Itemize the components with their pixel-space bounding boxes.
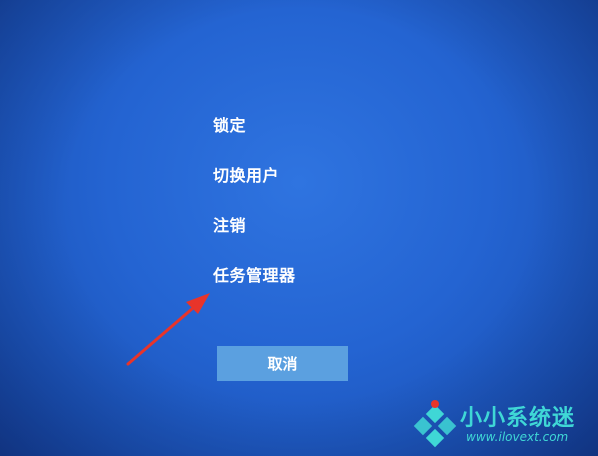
- watermark-logo-icon: [413, 400, 457, 448]
- watermark-url: www.ilovext.com: [466, 430, 569, 444]
- watermark-title: 小小系统迷: [460, 406, 576, 431]
- site-watermark: 小小系统迷 www.ilovext.com: [410, 396, 590, 452]
- annotation-arrow-icon: [126, 293, 210, 366]
